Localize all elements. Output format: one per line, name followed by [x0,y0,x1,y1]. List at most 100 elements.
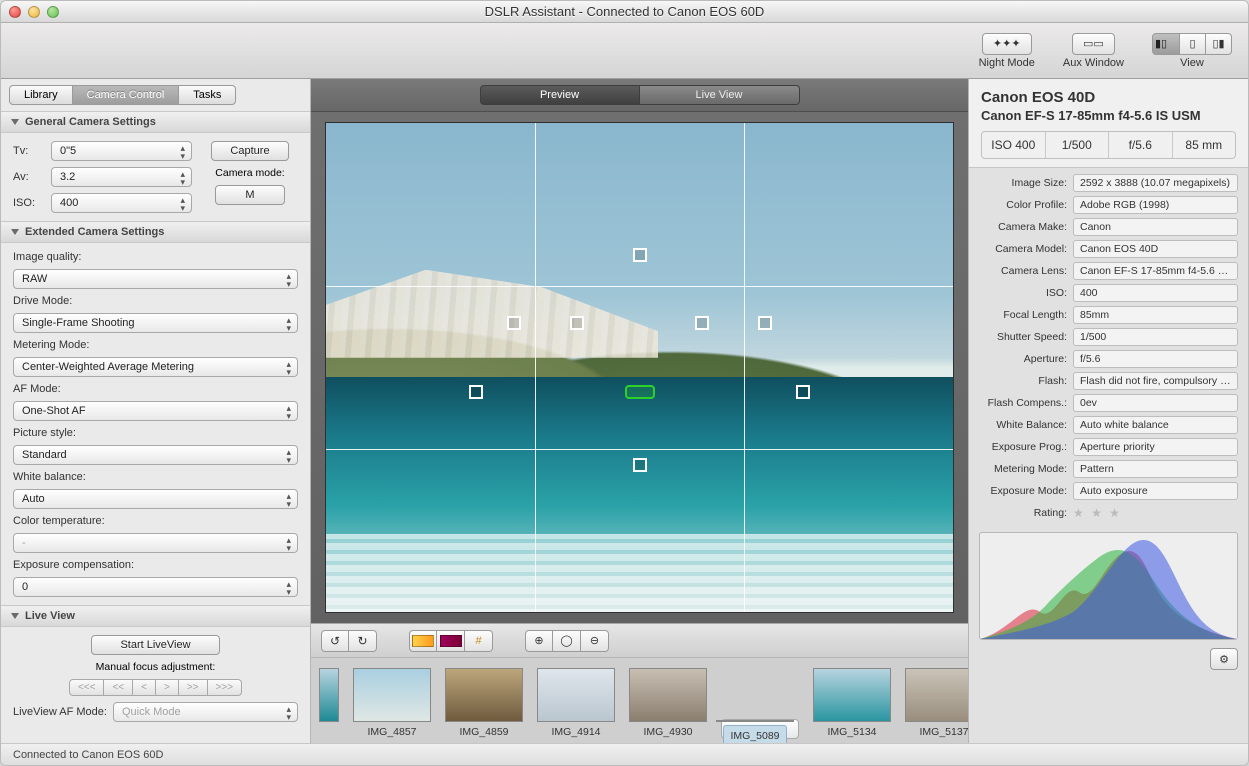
meta-row: Metering Mode:Pattern [979,460,1238,478]
meta-label: Flash: [979,375,1067,387]
tab-preview[interactable]: Preview [480,85,640,105]
start-liveview-button[interactable]: Start LiveView [91,635,219,655]
meta-label: Camera Make: [979,221,1067,233]
meta-value: 1/500 [1073,328,1238,346]
left-scroll[interactable]: General Camera Settings Tv: 0"5▴▾ Av: 3.… [1,111,310,743]
picture-style-select[interactable]: Standard▴▾ [13,445,298,465]
rotate-ccw-button[interactable]: ↺ [321,630,349,652]
metering-mode-label: Metering Mode: [13,339,298,351]
metering-mode-select[interactable]: Center-Weighted Average Metering▴▾ [13,357,298,377]
grid-icon: # [475,635,481,647]
thumbnail-image [353,668,431,722]
af-point[interactable] [507,316,521,330]
right-panel: Canon EOS 40D Canon EF-S 17-85mm f4-5.6 … [968,79,1248,743]
exp-comp-select[interactable]: 0▴▾ [13,577,298,597]
meta-row: Shutter Speed: 1/500 [979,328,1238,346]
thumbnail-caption: IMG_4859 [453,725,514,739]
right-header: Canon EOS 40D Canon EF-S 17-85mm f4-5.6 … [969,79,1248,168]
af-point[interactable] [570,316,584,330]
af-point[interactable] [633,458,647,472]
av-select[interactable]: 3.2▴▾ [51,167,192,187]
drive-mode-label: Drive Mode: [13,295,298,307]
thumbnail-caption: IMG_5134 [821,725,882,739]
section-extended[interactable]: Extended Camera Settings [1,221,310,243]
titlebar: DSLR Assistant - Connected to Canon EOS … [1,1,1248,23]
zoom-icon[interactable] [47,6,59,18]
af-mode-select[interactable]: One-Shot AF▴▾ [13,401,298,421]
shadow-icon [440,635,462,647]
view-label: View [1180,57,1204,69]
meta-label: Shutter Speed: [979,331,1067,343]
meta-row: Flash:Flash did not fire, compulsory fla… [979,372,1238,390]
af-point[interactable] [469,385,483,399]
stat-iso: ISO 400 [982,132,1045,158]
focus-buttons: <<< << < > >> >>> [69,679,242,696]
tab-liveview[interactable]: Live View [640,85,800,105]
section-liveview[interactable]: Live View [1,605,310,627]
thumbnail[interactable]: IMG_4859 [445,668,523,739]
color-temp-select: -▴▾ [13,533,298,553]
thumbnail[interactable]: IMG_4914 [537,668,615,739]
thumbnail-image [629,668,707,722]
meta-label: Flash Compens.: [979,397,1067,409]
minimize-icon[interactable] [28,6,40,18]
view-center-icon[interactable]: ▯ [1180,33,1206,55]
filmstrip[interactable]: .IMG_4857IMG_4859IMG_4914IMG_4930IMG_508… [311,657,968,743]
window-title: DSLR Assistant - Connected to Canon EOS … [1,4,1248,19]
night-mode-tool[interactable]: ✦✦✦ Night Mode [979,33,1035,69]
grid-toggle-button[interactable]: # [465,630,493,652]
meta-label: Exposure Prog.: [979,441,1067,453]
tv-select[interactable]: 0"5▴▾ [51,141,192,161]
tab-camera-control[interactable]: Camera Control [73,85,180,105]
rotate-cw-button[interactable]: ↻ [349,630,377,652]
window-controls [9,6,59,18]
thumbnail-caption: IMG_4930 [637,725,698,739]
meta-value: 400 [1073,284,1238,302]
center-panel: Preview Live View ↺ [311,79,968,743]
image-quality-label: Image quality: [13,251,298,263]
tab-tasks[interactable]: Tasks [179,85,236,105]
meta-label: Metering Mode: [979,463,1067,475]
iso-select[interactable]: 400▴▾ [51,193,192,213]
app-window: DSLR Assistant - Connected to Canon EOS … [0,0,1249,766]
af-point[interactable] [695,316,709,330]
view-right-icon[interactable]: ▯▮ [1206,33,1232,55]
meta-value: 2592 x 3888 (10.07 megapixels) [1073,174,1238,192]
thumbnail[interactable]: IMG_5137 [905,668,968,739]
stat-shutter: 1/500 [1045,132,1109,158]
capture-button[interactable]: Capture [211,141,288,161]
camera-mode-value[interactable]: M [215,185,285,205]
rating-stars[interactable]: ★ ★ ★ [1073,506,1122,520]
shadow-warning-button[interactable] [437,630,465,652]
thumbnail[interactable]: IMG_5134 [813,668,891,739]
thumbnail[interactable]: IMG_4930 [629,668,707,739]
thumbnail[interactable]: IMG_5089 [721,719,799,739]
lv-af-mode-select: Quick Mode▴▾ [113,702,298,722]
meta-label: Image Size: [979,177,1067,189]
af-point[interactable] [625,385,655,399]
white-balance-select[interactable]: Auto▴▾ [13,489,298,509]
settings-button[interactable]: ⚙ [1210,648,1238,670]
aux-window-tool[interactable]: ▭▭ Aux Window [1063,33,1124,69]
meta-label: Focal Length: [979,309,1067,321]
meta-label: Camera Lens: [979,265,1067,277]
view-segmented[interactable]: ▮▯ ▯ ▯▮ [1152,33,1232,55]
preview-image[interactable] [325,122,954,613]
close-icon[interactable] [9,6,21,18]
zoom-fit-button[interactable]: ◯ [553,630,581,652]
image-quality-select[interactable]: RAW▴▾ [13,269,298,289]
view-left-icon[interactable]: ▮▯ [1152,33,1180,55]
af-point[interactable] [633,248,647,262]
zoom-out-button[interactable]: ⊖ [581,630,609,652]
af-point[interactable] [796,385,810,399]
drive-mode-select[interactable]: Single-Frame Shooting▴▾ [13,313,298,333]
meta-row: Camera Make:Canon [979,218,1238,236]
thumbnail[interactable]: IMG_4857 [353,668,431,739]
zoom-in-button[interactable]: ⊕ [525,630,553,652]
highlight-warning-button[interactable] [409,630,437,652]
af-point[interactable] [758,316,772,330]
tab-library[interactable]: Library [9,85,73,105]
section-general[interactable]: General Camera Settings [1,111,310,133]
highlight-icon [412,635,434,647]
toolbar: ✦✦✦ Night Mode ▭▭ Aux Window ▮▯ ▯ ▯▮ Vie… [1,23,1248,79]
